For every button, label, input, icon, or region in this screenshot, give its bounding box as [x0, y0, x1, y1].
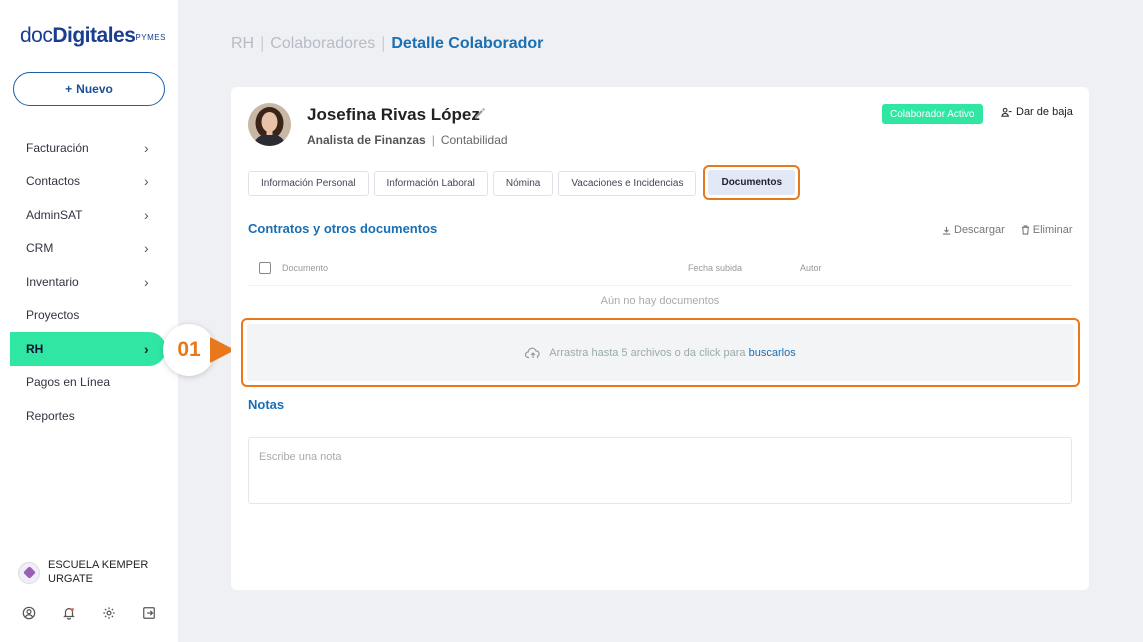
chevron-right-icon: ›: [144, 340, 149, 357]
download-button[interactable]: Descargar: [942, 224, 1005, 236]
cloud-upload-icon: [525, 347, 540, 358]
employee-detail-card: Josefina Rivas López Analista de Finanza…: [231, 87, 1089, 590]
breadcrumb: RH | Colaboradores | Detalle Colaborador: [231, 35, 543, 53]
download-button-label: Descargar: [954, 224, 1005, 236]
chevron-right-icon: ›: [144, 240, 149, 257]
tab-informacion-personal[interactable]: Información Personal: [248, 171, 369, 196]
documents-empty-state: Aún no hay documentos: [248, 285, 1072, 315]
sidebar-item-crm[interactable]: CRM ›: [0, 232, 178, 266]
breadcrumb-separator: |: [260, 35, 265, 52]
document-actions: Descargar Eliminar: [942, 224, 1072, 236]
tab-vacaciones-e-incidencias[interactable]: Vacaciones e Incidencias: [558, 171, 697, 196]
sidebar-item-pagos-en-linea[interactable]: Pagos en Línea: [0, 366, 178, 400]
chevron-right-icon: ›: [144, 206, 149, 223]
status-badge: Colaborador Activo: [882, 104, 983, 124]
sidebar-item-label: Proyectos: [26, 308, 80, 323]
employee-role: Analista de Finanzas: [307, 133, 426, 147]
brand-logo[interactable]: docDigitalesPYMES: [20, 24, 166, 48]
column-header-author: Autor: [800, 263, 822, 273]
user-icon[interactable]: [22, 606, 36, 620]
sidebar-item-inventario[interactable]: Inventario ›: [0, 265, 178, 299]
download-icon: [942, 226, 951, 235]
sidebar-item-label: RH: [26, 341, 44, 356]
notes-input[interactable]: [248, 437, 1072, 504]
sidebar-item-label: Inventario: [26, 274, 79, 289]
organization-logo-icon: [18, 562, 40, 584]
brand-logo-part1: doc: [20, 24, 53, 47]
gear-icon[interactable]: [102, 606, 116, 620]
sidebar-item-label: Reportes: [26, 408, 75, 423]
logout-icon[interactable]: [142, 606, 156, 620]
tab-bar: Información Personal Información Laboral…: [248, 165, 801, 200]
brand-logo-part2: Digitales: [52, 24, 136, 47]
brand-logo-suffix: PYMES: [135, 33, 166, 42]
column-header-upload-date: Fecha subida: [688, 263, 743, 273]
avatar: [248, 103, 291, 146]
sidebar-item-label: CRM: [26, 241, 54, 256]
sidebar-item-label: Facturación: [26, 140, 89, 155]
sidebar-item-reportes[interactable]: Reportes: [0, 399, 178, 433]
employee-name: Josefina Rivas López: [307, 105, 480, 124]
chevron-right-icon: ›: [144, 139, 149, 156]
chevron-right-icon: ›: [144, 173, 149, 190]
sidebar-item-adminsat[interactable]: AdminSAT ›: [0, 198, 178, 232]
tab-informacion-laboral[interactable]: Información Laboral: [373, 171, 488, 196]
sidebar: docDigitalesPYMES + Nuevo Facturación › …: [0, 0, 178, 642]
sidebar-item-contactos[interactable]: Contactos ›: [0, 165, 178, 199]
sidebar-item-facturacion[interactable]: Facturación ›: [0, 131, 178, 165]
browse-files-link[interactable]: buscarlos: [749, 347, 796, 359]
tab-documentos[interactable]: Documentos: [708, 170, 796, 195]
new-button[interactable]: + Nuevo: [13, 72, 165, 106]
sidebar-item-rh[interactable]: RH ›: [10, 332, 166, 366]
new-button-label: Nuevo: [76, 82, 113, 96]
plus-icon: +: [65, 82, 73, 96]
role-separator: |: [431, 133, 435, 147]
trash-icon: [1021, 225, 1029, 235]
bell-icon[interactable]: [62, 606, 76, 620]
sidebar-footer-icons: [22, 606, 156, 620]
documents-section-title: Contratos y otros documentos: [248, 221, 438, 236]
column-header-document: Documento: [282, 263, 329, 273]
sidebar-item-proyectos[interactable]: Proyectos: [0, 299, 178, 333]
tab-highlight-outline: Documentos: [703, 165, 801, 200]
breadcrumb-item-rh[interactable]: RH: [231, 35, 254, 52]
deactivate-button-label: Dar de baja: [1016, 106, 1073, 118]
deactivate-button[interactable]: Dar de baja: [1001, 106, 1073, 118]
select-all-checkbox[interactable]: [259, 262, 271, 274]
organization-name: ESCUELA KEMPER URGATE: [48, 559, 149, 585]
delete-button[interactable]: Eliminar: [1021, 224, 1073, 236]
sidebar-item-label: Pagos en Línea: [26, 375, 111, 390]
chevron-right-icon: ›: [144, 273, 149, 290]
step-annotation-badge: 01: [163, 324, 215, 376]
breadcrumb-separator: |: [381, 35, 386, 52]
notes-section-title: Notas: [248, 397, 285, 412]
employee-department: Contabilidad: [440, 133, 508, 147]
sidebar-item-label: Contactos: [26, 174, 81, 189]
sidebar-nav: Facturación › Contactos › AdminSAT › CRM…: [0, 131, 178, 433]
pencil-icon[interactable]: [474, 107, 486, 119]
breadcrumb-current: Detalle Colaborador: [391, 35, 544, 52]
sidebar-item-label: AdminSAT: [26, 207, 83, 222]
delete-button-label: Eliminar: [1032, 224, 1073, 236]
dropzone-text: Arrastra hasta 5 archivos o da click par…: [549, 346, 746, 359]
user-minus-icon: [1001, 107, 1012, 117]
breadcrumb-item-colaboradores[interactable]: Colaboradores: [270, 35, 375, 52]
file-dropzone[interactable]: Arrastra hasta 5 archivos o da click par…: [247, 324, 1074, 381]
employee-role-line: Analista de Finanzas | Contabilidad: [307, 133, 508, 147]
organization-switcher[interactable]: ESCUELA KEMPER URGATE: [18, 558, 158, 586]
tab-nomina[interactable]: Nómina: [492, 171, 554, 196]
documents-table-header: Documento Fecha subida Autor: [248, 259, 1072, 277]
